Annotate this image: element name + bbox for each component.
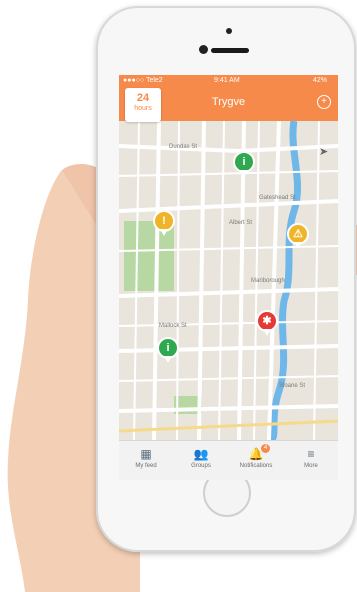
street-label-dundas: Dundas St xyxy=(169,144,198,150)
front-camera xyxy=(199,45,208,54)
running-person-pin-icon[interactable]: ✱ xyxy=(256,310,278,336)
clock: 9:41 AM xyxy=(214,77,240,84)
tab-label: My feed xyxy=(135,463,157,469)
notification-count-badge: 4 xyxy=(261,444,270,453)
time-filter-unit: hours xyxy=(134,105,152,112)
tab-label: Groups xyxy=(191,463,211,469)
tab-notifications[interactable]: 🔔 4 Notifications xyxy=(229,441,283,480)
phone-sensor xyxy=(226,28,232,34)
info-pin-icon[interactable]: i xyxy=(233,151,255,177)
earpiece-speaker xyxy=(211,48,249,53)
map-view[interactable] xyxy=(119,121,338,440)
time-filter-badge[interactable]: 24 hours xyxy=(125,88,161,122)
battery-percent: 42% xyxy=(313,77,328,84)
add-icon[interactable]: + xyxy=(317,95,331,109)
feed-icon: ▦ xyxy=(140,447,152,461)
status-bar: ●●●○○ Tele2 9:41 AM 42% xyxy=(119,75,338,87)
tab-label: Notifications xyxy=(239,463,273,469)
tab-my-feed[interactable]: ▦ My feed xyxy=(119,441,173,480)
compass-arrow-icon[interactable]: ➤ xyxy=(319,145,328,158)
street-label-albert: Albert St xyxy=(229,220,253,226)
tab-more[interactable]: ≡ More xyxy=(284,441,338,480)
more-icon: ≡ xyxy=(307,447,315,461)
warning-pin-icon[interactable]: ! xyxy=(153,210,175,236)
time-filter-number: 24 xyxy=(136,92,150,104)
street-label-sloane: Sloane St xyxy=(279,383,306,389)
car-accident-pin-icon[interactable]: ⚠ xyxy=(287,223,309,249)
groups-icon: 👥 xyxy=(193,447,209,461)
info-pin-icon[interactable]: i xyxy=(157,337,179,363)
tab-bar: ▦ My feed 👥 Groups 🔔 4 Notifications ≡ M… xyxy=(119,440,338,480)
street-label-mariborough: Mariborough xyxy=(251,278,285,284)
street-label-gateshead: Gateshead St xyxy=(259,195,296,201)
tab-label: More xyxy=(304,463,318,469)
tab-groups[interactable]: 👥 Groups xyxy=(174,441,228,480)
carrier-label: ●●●○○ Tele2 xyxy=(123,77,163,84)
street-label-mallock: Mallock St xyxy=(159,323,187,329)
app-screen: ●●●○○ Tele2 9:41 AM 42% ⌖ Trygve + xyxy=(119,75,338,480)
